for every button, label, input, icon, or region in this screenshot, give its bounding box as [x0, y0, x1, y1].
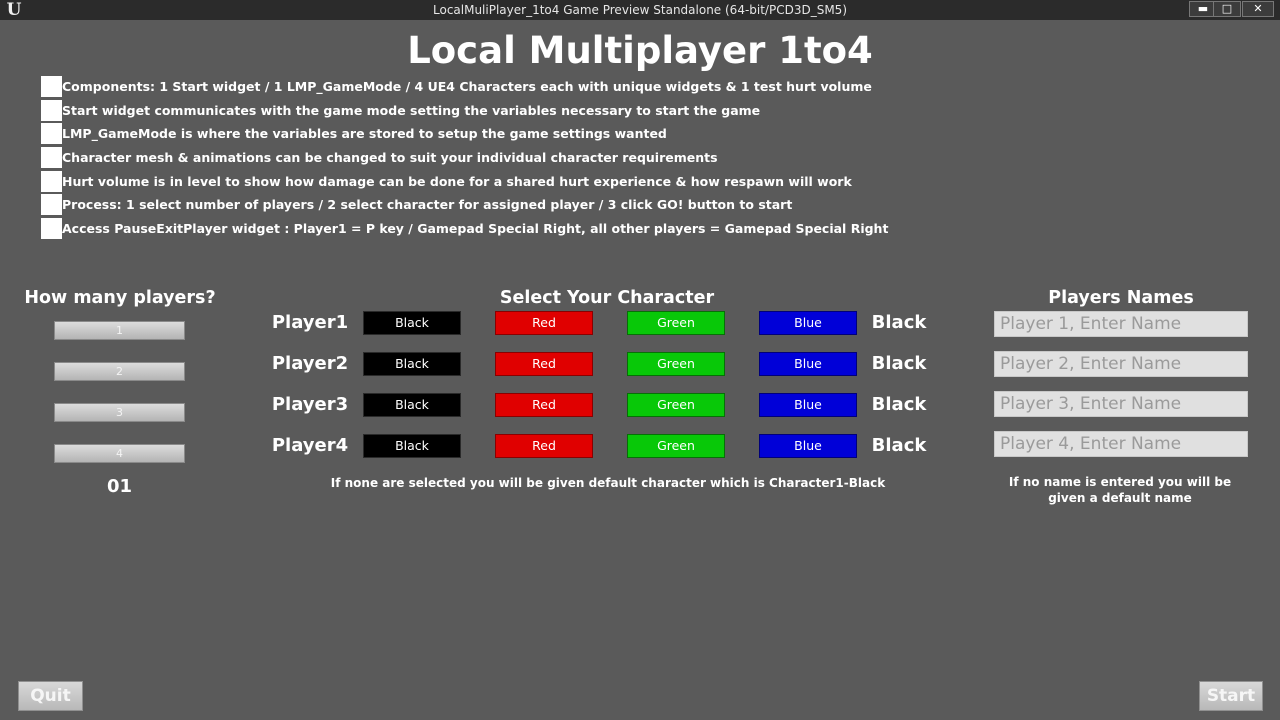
player4-name-input[interactable] — [994, 431, 1248, 457]
black-character-button[interactable]: Black — [363, 311, 461, 335]
info-checkbox[interactable] — [41, 76, 62, 97]
player2-name-input[interactable] — [994, 351, 1248, 377]
black-character-button[interactable]: Black — [363, 352, 461, 376]
select-character-heading: Select Your Character — [499, 288, 715, 308]
green-character-button[interactable]: Green — [627, 434, 725, 458]
player-count-button-1[interactable]: 1 — [54, 321, 185, 340]
window-title: LocalMuliPlayer_1to4 Game Preview Standa… — [433, 3, 847, 17]
blue-character-button[interactable]: Blue — [759, 434, 857, 458]
info-text: Process: 1 select number of players / 2 … — [62, 197, 793, 212]
green-character-button[interactable]: Green — [627, 393, 725, 417]
player-label: Player1 — [271, 312, 349, 333]
selected-character-label: Black — [871, 312, 927, 333]
red-character-button[interactable]: Red — [495, 352, 593, 376]
info-text: Components: 1 Start widget / 1 LMP_GameM… — [62, 79, 872, 94]
green-character-button[interactable]: Green — [627, 352, 725, 376]
selected-character-label: Black — [871, 353, 927, 374]
player-count-button-2[interactable]: 2 — [54, 362, 185, 381]
window-titlebar: U LocalMuliPlayer_1to4 Game Preview Stan… — [0, 0, 1280, 20]
selected-character-label: Black — [871, 394, 927, 415]
player-label: Player3 — [271, 394, 349, 415]
info-text: Hurt volume is in level to show how dama… — [62, 174, 852, 189]
default-name-note: If no name is entered you will be given … — [1008, 475, 1232, 505]
blue-character-button[interactable]: Blue — [759, 352, 857, 376]
player3-name-input[interactable] — [994, 391, 1248, 417]
close-button[interactable]: ✕ — [1242, 1, 1274, 17]
black-character-button[interactable]: Black — [363, 393, 461, 417]
player-count-button-4[interactable]: 4 — [54, 444, 185, 463]
players-count-heading: How many players? — [24, 288, 216, 308]
blue-character-button[interactable]: Blue — [759, 393, 857, 417]
player-count-button-3[interactable]: 3 — [54, 403, 185, 422]
page-title: Local Multiplayer 1to4 — [407, 29, 873, 72]
blue-character-button[interactable]: Blue — [759, 311, 857, 335]
quit-button[interactable]: Quit — [18, 681, 83, 711]
minimize-icon: ▬ — [1197, 2, 1209, 15]
selected-character-label: Black — [871, 435, 927, 456]
player1-name-input[interactable] — [994, 311, 1248, 337]
info-checkbox[interactable] — [41, 218, 62, 239]
close-icon: ✕ — [1253, 2, 1263, 15]
info-text: Start widget communicates with the game … — [62, 103, 761, 118]
player-label: Player2 — [271, 353, 349, 374]
green-character-button[interactable]: Green — [627, 311, 725, 335]
maximize-button[interactable]: □ — [1213, 1, 1241, 17]
info-text: LMP_GameMode is where the variables are … — [62, 126, 667, 141]
info-text: Character mesh & animations can be chang… — [62, 150, 718, 165]
black-character-button[interactable]: Black — [363, 434, 461, 458]
info-checkbox[interactable] — [41, 123, 62, 144]
start-button[interactable]: Start — [1199, 681, 1263, 711]
red-character-button[interactable]: Red — [495, 311, 593, 335]
info-checkbox[interactable] — [41, 100, 62, 121]
red-character-button[interactable]: Red — [495, 434, 593, 458]
info-checkbox[interactable] — [41, 171, 62, 192]
info-checkbox[interactable] — [41, 194, 62, 215]
player-label: Player4 — [271, 435, 349, 456]
info-checkbox[interactable] — [41, 147, 62, 168]
default-character-note: If none are selected you will be given d… — [330, 476, 886, 490]
info-text: Access PauseExitPlayer widget : Player1 … — [62, 221, 889, 236]
red-character-button[interactable]: Red — [495, 393, 593, 417]
maximize-icon: □ — [1221, 2, 1233, 15]
player-count-value: 01 — [106, 476, 133, 497]
players-names-heading: Players Names — [1048, 288, 1194, 308]
